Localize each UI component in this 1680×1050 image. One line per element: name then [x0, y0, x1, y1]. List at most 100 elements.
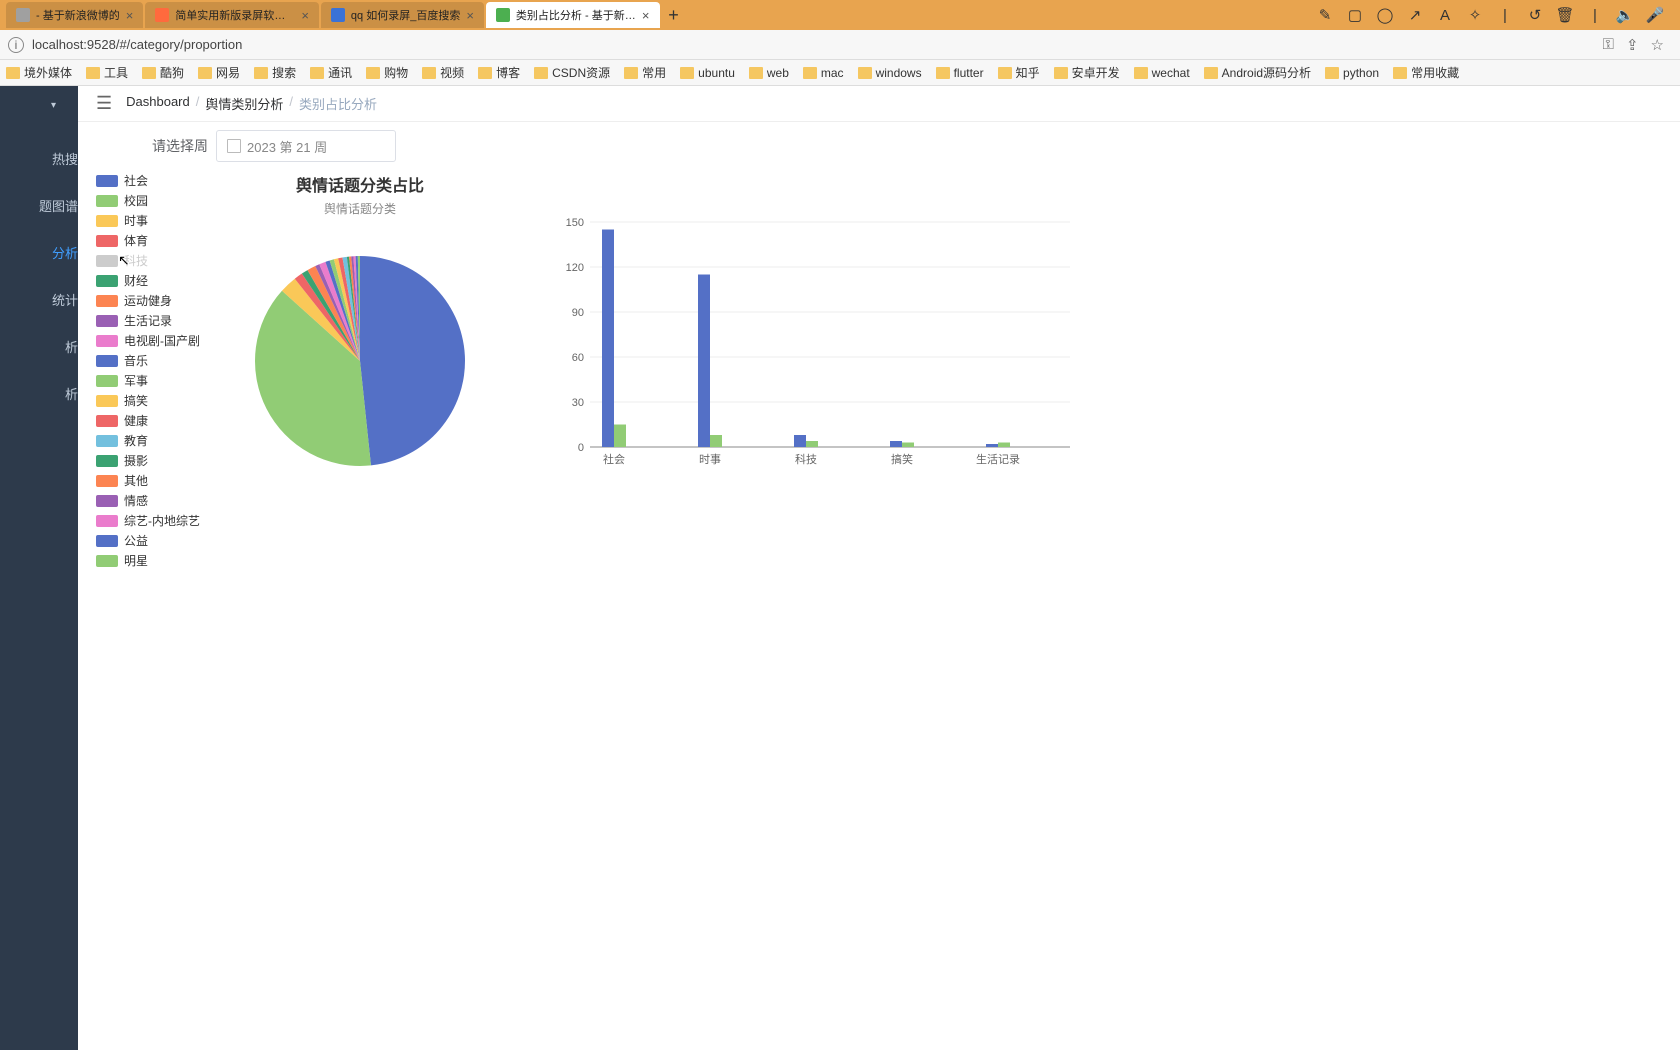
bookmark-item[interactable]: 购物: [366, 64, 408, 81]
bookmark-item[interactable]: 工具: [86, 64, 128, 81]
url-text[interactable]: localhost:9528/#/category/proportion: [32, 37, 1595, 52]
bookmark-label: 常用收藏: [1411, 64, 1459, 81]
legend-item[interactable]: 搞笑: [96, 392, 200, 409]
bookmark-item[interactable]: windows: [858, 66, 922, 80]
close-icon[interactable]: ×: [466, 8, 474, 23]
legend-item[interactable]: 音乐: [96, 352, 200, 369]
bar[interactable]: [806, 441, 818, 447]
bookmark-item[interactable]: web: [749, 66, 789, 80]
sidebar-item[interactable]: 析: [0, 370, 78, 417]
bookmark-item[interactable]: 酷狗: [142, 64, 184, 81]
bookmark-label: Android源码分析: [1222, 64, 1311, 81]
chevron-down-icon[interactable]: ▾: [0, 100, 78, 111]
legend-item[interactable]: 健康: [96, 412, 200, 429]
bookmark-item[interactable]: 搜索: [254, 64, 296, 81]
circle-icon[interactable]: ◯: [1376, 6, 1394, 24]
bookmark-item[interactable]: flutter: [936, 66, 984, 80]
legend-item[interactable]: 其他: [96, 472, 200, 489]
legend-item[interactable]: 摄影: [96, 452, 200, 469]
text-icon[interactable]: A: [1436, 6, 1454, 24]
key-icon[interactable]: ⚿: [1603, 36, 1614, 54]
bar[interactable]: [698, 275, 710, 448]
square-icon[interactable]: ▢: [1346, 6, 1364, 24]
legend-item[interactable]: 运动健身: [96, 292, 200, 309]
bar-chart: 0306090120150社会时事科技搞笑生活记录: [550, 212, 1080, 482]
svg-text:60: 60: [572, 352, 584, 364]
bookmark-item[interactable]: CSDN资源: [534, 64, 610, 81]
bar[interactable]: [986, 444, 998, 447]
bookmark-item[interactable]: 网易: [198, 64, 240, 81]
legend-item[interactable]: 科技: [96, 252, 200, 269]
trash-icon[interactable]: 🗑: [1556, 6, 1574, 24]
wand-icon[interactable]: ✧: [1466, 6, 1484, 24]
week-label: 请选择周: [152, 136, 208, 156]
bar[interactable]: [890, 441, 902, 447]
legend-label: 其他: [124, 472, 148, 489]
browser-tab[interactable]: 简单实用新版录屏软件_多功能…×: [145, 2, 319, 28]
browser-tab[interactable]: 类别占比分析 - 基于新浪微博的×: [486, 2, 660, 28]
breadcrumb-mid[interactable]: 舆情类别分析: [205, 94, 283, 113]
legend-swatch: [96, 195, 118, 207]
close-icon[interactable]: ×: [301, 8, 309, 23]
legend-swatch: [96, 495, 118, 507]
legend-swatch: [96, 315, 118, 327]
bookmark-item[interactable]: 知乎: [998, 64, 1040, 81]
legend-item[interactable]: 明星: [96, 552, 200, 569]
legend-item[interactable]: 公益: [96, 532, 200, 549]
bookmark-item[interactable]: 视频: [422, 64, 464, 81]
bookmark-item[interactable]: ubuntu: [680, 66, 735, 80]
legend-item[interactable]: 情感: [96, 492, 200, 509]
bookmark-item[interactable]: wechat: [1134, 66, 1190, 80]
bookmark-item[interactable]: 安卓开发: [1054, 64, 1120, 81]
legend-item[interactable]: 综艺-内地综艺: [96, 512, 200, 529]
folder-icon: [936, 67, 950, 79]
bar[interactable]: [602, 230, 614, 448]
legend-item[interactable]: 校园: [96, 192, 200, 209]
browser-tab[interactable]: - 基于新浪微博的×: [6, 2, 143, 28]
legend-item[interactable]: 生活记录: [96, 312, 200, 329]
bookmark-item[interactable]: mac: [803, 66, 844, 80]
browser-tab[interactable]: qq 如何录屏_百度搜索×: [321, 2, 484, 28]
volume-icon[interactable]: 🔈: [1616, 6, 1634, 24]
mic-icon[interactable]: 🎤: [1646, 6, 1664, 24]
pencil-icon[interactable]: ✎: [1316, 6, 1334, 24]
sidebar-item[interactable]: 热搜: [0, 135, 78, 182]
share-icon[interactable]: ⇪: [1626, 36, 1639, 54]
legend-item[interactable]: 社会: [96, 172, 200, 189]
bookmark-item[interactable]: 常用收藏: [1393, 64, 1459, 81]
hamburger-icon[interactable]: ☰: [96, 93, 112, 114]
bar[interactable]: [794, 435, 806, 447]
sidebar-item[interactable]: 题图谱: [0, 182, 78, 229]
new-tab-button[interactable]: +: [662, 3, 686, 27]
legend-item[interactable]: 体育: [96, 232, 200, 249]
week-picker[interactable]: 2023 第 21 周: [216, 130, 396, 162]
bookmark-item[interactable]: 常用: [624, 64, 666, 81]
bar[interactable]: [902, 443, 914, 448]
star-icon[interactable]: ☆: [1651, 36, 1664, 54]
legend-item[interactable]: 教育: [96, 432, 200, 449]
arrow-icon[interactable]: ↗: [1406, 6, 1424, 24]
undo-icon[interactable]: ↺: [1526, 6, 1544, 24]
legend-item[interactable]: 财经: [96, 272, 200, 289]
legend-item[interactable]: 时事: [96, 212, 200, 229]
sidebar-item[interactable]: 析: [0, 323, 78, 370]
bar[interactable]: [998, 443, 1010, 448]
legend-item[interactable]: 电视剧-国产剧: [96, 332, 200, 349]
sidebar-item[interactable]: 分析: [0, 229, 78, 276]
bookmark-label: 境外媒体: [24, 64, 72, 81]
pie-slice[interactable]: [360, 256, 465, 465]
close-icon[interactable]: ×: [126, 8, 134, 23]
close-icon[interactable]: ×: [642, 8, 650, 23]
bookmark-item[interactable]: 博客: [478, 64, 520, 81]
bookmark-item[interactable]: python: [1325, 66, 1379, 80]
bookmark-item[interactable]: 境外媒体: [6, 64, 72, 81]
breadcrumb-root[interactable]: Dashboard: [126, 94, 190, 113]
legend-label: 体育: [124, 232, 148, 249]
legend-item[interactable]: 军事: [96, 372, 200, 389]
bar[interactable]: [710, 435, 722, 447]
bookmark-item[interactable]: Android源码分析: [1204, 64, 1311, 81]
bar[interactable]: [614, 425, 626, 448]
info-icon[interactable]: i: [8, 37, 24, 53]
bookmark-item[interactable]: 通讯: [310, 64, 352, 81]
sidebar-item[interactable]: 统计: [0, 276, 78, 323]
